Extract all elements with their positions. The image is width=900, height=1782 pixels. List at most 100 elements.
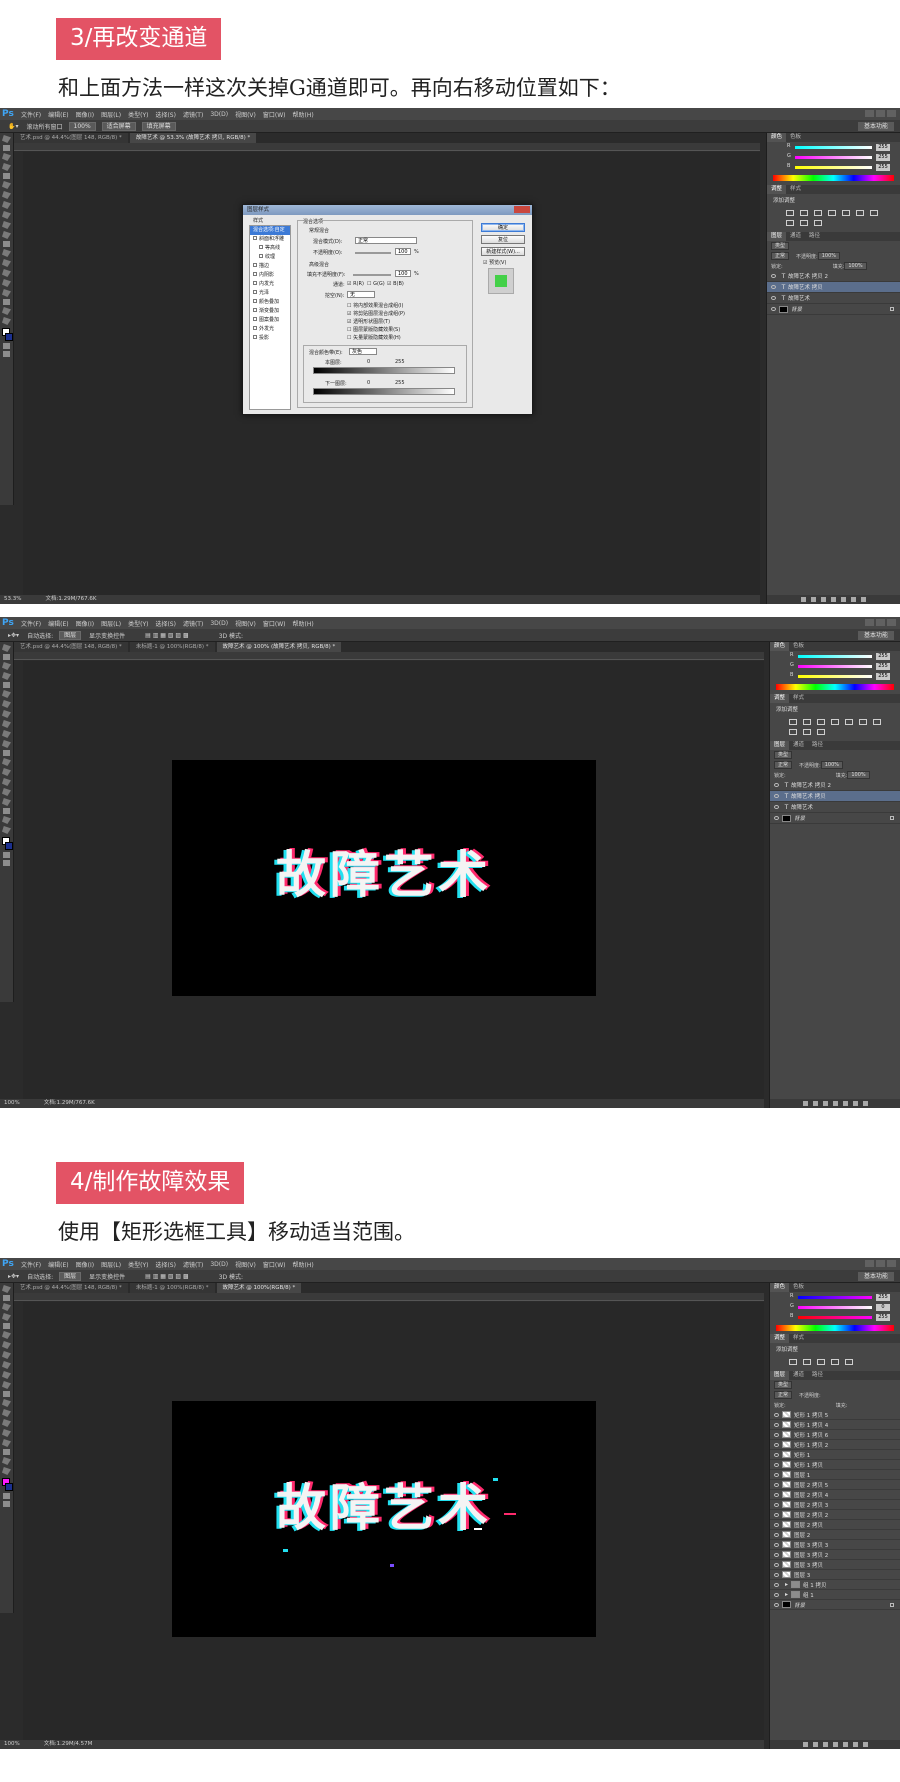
preview-checkbox[interactable]: ☑ 预览(V)	[483, 259, 506, 266]
restore-icon[interactable]	[876, 1260, 885, 1267]
green-slider-bar[interactable]	[795, 156, 872, 159]
vibrance-icon[interactable]	[842, 210, 850, 216]
lasso-tool-icon[interactable]	[2, 662, 11, 670]
menu-3d[interactable]: 3D(D)	[210, 1261, 228, 1268]
visibility-eye-icon[interactable]	[774, 1432, 779, 1437]
channel-mixer-icon[interactable]	[814, 220, 822, 226]
checkbox-icon[interactable]	[253, 290, 257, 294]
visibility-eye-icon[interactable]	[774, 1592, 779, 1597]
tab-document-active[interactable]: 故障艺术 @ 100%(RGB/8) *	[216, 1283, 302, 1293]
menu-filter[interactable]: 滤镜(T)	[183, 619, 203, 628]
tab-layers[interactable]: 图层	[770, 1371, 790, 1380]
menu-3d[interactable]: 3D(D)	[210, 111, 228, 118]
screen-mode-icon[interactable]	[3, 1501, 10, 1507]
tab-styles[interactable]: 样式	[786, 185, 805, 194]
show-transform-checkbox[interactable]: 显示变换控件	[89, 1272, 125, 1281]
brightness-icon[interactable]	[789, 719, 797, 725]
visibility-eye-icon[interactable]	[771, 307, 776, 311]
align-icons[interactable]: ▤ ▥ ▦ ▧ ▨ ▩	[145, 1273, 189, 1280]
align-icons[interactable]: ▤ ▥ ▦ ▧ ▨ ▩	[145, 632, 189, 639]
status-zoom[interactable]: 53.3%	[4, 595, 21, 604]
type-tool-icon[interactable]	[2, 788, 11, 796]
style-item-color-overlay[interactable]: 颜色叠加	[250, 298, 290, 307]
path-select-tool-icon[interactable]	[2, 1439, 11, 1447]
bw-icon[interactable]	[786, 220, 794, 226]
checkbox-icon[interactable]	[253, 308, 257, 312]
blue-slider[interactable]: B 255	[776, 672, 894, 681]
layer-row[interactable]: 图层 3	[770, 1570, 900, 1580]
adjustment-layer-icon[interactable]	[832, 1742, 838, 1747]
healing-tool-icon[interactable]	[2, 700, 11, 708]
photo-filter-icon[interactable]	[803, 729, 811, 735]
adjustment-layer-icon[interactable]	[832, 1101, 838, 1106]
gradient-tool-icon[interactable]	[3, 750, 10, 756]
option-blend-interior[interactable]: ☐ 将内部效果混合成组(I)	[347, 302, 403, 309]
checkbox-icon[interactable]	[253, 272, 257, 276]
blend-mode-select[interactable]: 正常	[355, 237, 417, 244]
visibility-eye-icon[interactable]	[774, 1572, 779, 1577]
this-layer-gradient[interactable]	[313, 367, 455, 374]
color-spectrum[interactable]	[776, 1325, 894, 1331]
menu-image[interactable]: 图像(I)	[76, 1260, 94, 1269]
layer-opacity-input[interactable]: 100%	[820, 761, 843, 769]
menu-layer[interactable]: 图层(L)	[101, 110, 121, 119]
link-icon[interactable]	[802, 1742, 808, 1747]
visibility-eye-icon[interactable]	[771, 274, 776, 278]
red-slider-bar[interactable]	[798, 1296, 872, 1299]
new-layer-icon[interactable]	[852, 1742, 858, 1747]
layer-kind-filter[interactable]: 类型	[774, 751, 793, 759]
layer-row[interactable]: 矩形 1 拷贝 6	[770, 1430, 900, 1440]
close-icon[interactable]	[887, 110, 896, 117]
menu-view[interactable]: 视图(V)	[235, 110, 256, 119]
menu-help[interactable]: 帮助(H)	[293, 1260, 314, 1269]
crop-tool-icon[interactable]	[3, 173, 10, 179]
lasso-tool-icon[interactable]	[2, 153, 11, 161]
visibility-eye-icon[interactable]	[774, 805, 779, 809]
layer-row-selected[interactable]: T 故障艺术 拷贝	[770, 791, 900, 802]
style-item-blending-options[interactable]: 混合选项:自定	[250, 226, 290, 235]
zoom-100-button[interactable]: 100%	[68, 121, 96, 131]
tab-adjustments[interactable]: 调整	[767, 185, 787, 194]
healing-tool-icon[interactable]	[2, 191, 11, 199]
checkbox-icon[interactable]	[253, 263, 257, 267]
menu-layer[interactable]: 图层(L)	[101, 1260, 121, 1269]
layer-row[interactable]: 矩形 1 拷贝	[770, 1460, 900, 1470]
knockout-select[interactable]: 无	[347, 291, 375, 298]
style-item-gradient-overlay[interactable]: 渐变叠加	[250, 307, 290, 316]
checkbox-icon[interactable]	[253, 281, 257, 285]
type-tool-icon[interactable]	[2, 1429, 11, 1437]
scroll-all-windows-checkbox[interactable]: 滚动所有窗口	[26, 122, 62, 131]
channel-g-checkbox[interactable]: ☐ G(G)	[367, 281, 385, 287]
green-value[interactable]: 255	[876, 154, 890, 161]
menu-select[interactable]: 选择(S)	[155, 1260, 176, 1269]
tab-swatches[interactable]: 色板	[789, 642, 808, 651]
tab-adjustments[interactable]: 调整	[770, 694, 790, 703]
background-color-swatch[interactable]	[5, 842, 13, 850]
auto-select-target[interactable]: 图层	[59, 630, 82, 640]
visibility-eye-icon[interactable]	[774, 1532, 779, 1537]
layer-group-row[interactable]: ▸ 组 1	[770, 1590, 900, 1600]
channel-r-checkbox[interactable]: ☑ R(R)	[347, 281, 364, 287]
menu-edit[interactable]: 编辑(E)	[48, 110, 68, 119]
tab-document[interactable]: 未标题-1 @ 100%(RGB/8) *	[129, 1283, 215, 1293]
layer-row-background[interactable]: 背景	[770, 813, 900, 824]
layer-row[interactable]: 图层 3 拷贝 2	[770, 1550, 900, 1560]
layer-blend-select[interactable]: 正常	[774, 1391, 793, 1399]
exposure-icon[interactable]	[831, 719, 839, 725]
menu-filter[interactable]: 滤镜(T)	[183, 110, 203, 119]
tab-channels[interactable]: 通道	[786, 232, 805, 241]
eyedropper-tool-icon[interactable]	[2, 1331, 11, 1339]
option-blend-clipped[interactable]: ☑ 将剪贴图层混合成组(P)	[347, 310, 405, 317]
tab-styles[interactable]: 样式	[789, 1334, 808, 1343]
option-layer-mask-hides[interactable]: ☐ 图层蒙版隐藏效果(S)	[347, 326, 400, 333]
pen-tool-icon[interactable]	[2, 778, 11, 786]
vibrance-icon[interactable]	[845, 1359, 853, 1365]
group-expand-icon[interactable]: ▸	[782, 1581, 791, 1588]
move-tool-icon[interactable]: ▸✥▾	[8, 1273, 19, 1280]
healing-tool-icon[interactable]	[2, 1341, 11, 1349]
fill-screen-button[interactable]: 填充屏幕	[141, 121, 176, 131]
blue-slider-bar[interactable]	[798, 675, 872, 678]
layer-row[interactable]: 矩形 1 拷贝 4	[770, 1420, 900, 1430]
style-item-bevel[interactable]: 斜面和浮雕	[250, 235, 290, 244]
trash-icon[interactable]	[862, 1742, 868, 1747]
